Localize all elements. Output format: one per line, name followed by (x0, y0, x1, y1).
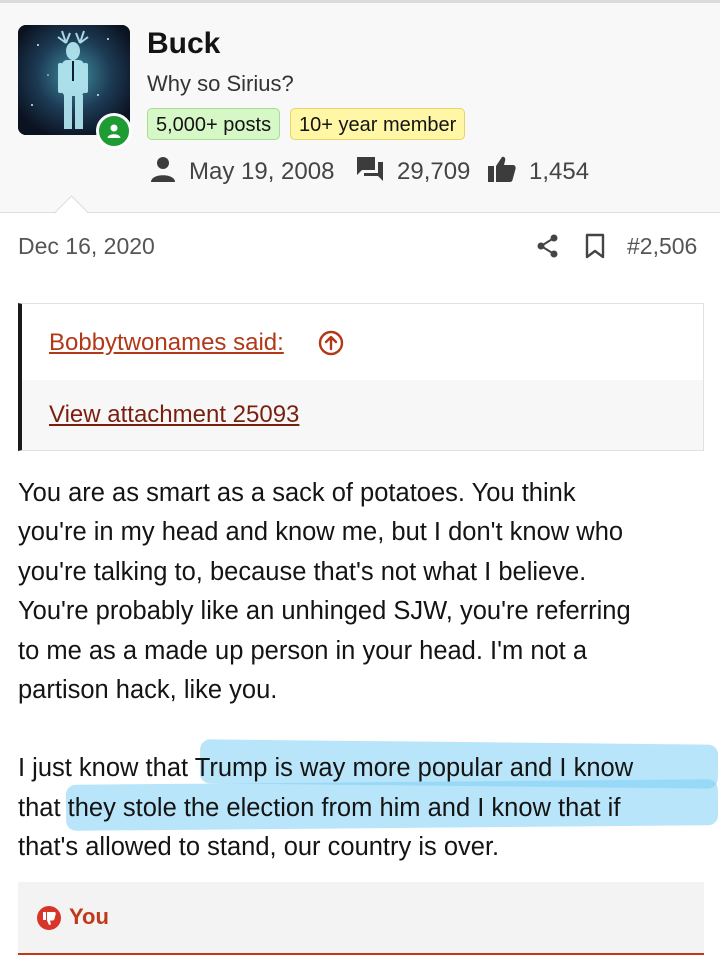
joined-date: May 19, 2008 (189, 158, 335, 185)
message-line: that's allowed to stand, our country is … (18, 833, 500, 862)
user-title: Why so Sirius? (147, 71, 294, 96)
post-number[interactable]: #2,506 (627, 233, 697, 260)
message-paragraph: You are as smart as a sack of potatoes. … (18, 474, 708, 710)
quote-block: Bobbytwonames said: View attachment 2509… (18, 303, 704, 451)
message-line: You are as smart as a sack of potatoes. … (18, 479, 576, 507)
messages-icon (355, 155, 385, 190)
reactions-label[interactable]: You (69, 904, 109, 930)
arrow-up-circle-icon[interactable] (318, 330, 344, 361)
dislike-icon (36, 905, 62, 936)
message-line: you're talking to, because that's not wh… (18, 557, 587, 586)
message-line: You're probably like an unhinged SJW, yo… (18, 597, 631, 626)
reactions-bar[interactable]: You (18, 882, 704, 955)
username[interactable]: Buck (147, 27, 220, 61)
user-icon (149, 155, 177, 190)
attachment-link[interactable]: View attachment 25093 (49, 401, 299, 429)
stat-messages: 29,709 (355, 155, 470, 189)
badge-member: 10+ year member (290, 108, 466, 140)
post-message: You are as smart as a sack of potatoes. … (18, 474, 708, 868)
thumbs-up-icon (487, 155, 517, 190)
message-line: I just know that Trump is way more popul… (18, 754, 634, 783)
quote-author-link[interactable]: Bobbytwonames said: (49, 329, 284, 357)
message-count: 29,709 (397, 158, 471, 185)
online-indicator-icon (96, 113, 132, 149)
message-line: partison hack, like you. (18, 676, 278, 705)
message-paragraph: I just know that Trump is way more popul… (18, 749, 708, 867)
reaction-score: 1,454 (529, 158, 590, 185)
message-line: to me as a made up person in your head. … (18, 636, 588, 665)
message-line: you're in my head and know me, but I don… (18, 518, 624, 547)
user-header: Buck Why so Sirius? 5,000+ posts 10+ yea… (0, 3, 720, 213)
quote-header: Bobbytwonames said: (22, 304, 703, 380)
post-date[interactable]: Dec 16, 2020 (18, 233, 155, 260)
bookmark-icon[interactable] (584, 233, 606, 264)
share-icon[interactable] (536, 233, 560, 264)
stat-joined: May 19, 2008 (149, 155, 334, 189)
badge-posts: 5,000+ posts (147, 108, 281, 140)
message-line: that they stole the election from him an… (18, 793, 621, 822)
quote-content: View attachment 25093 (22, 380, 703, 450)
stat-reactions: 1,454 (487, 155, 589, 189)
